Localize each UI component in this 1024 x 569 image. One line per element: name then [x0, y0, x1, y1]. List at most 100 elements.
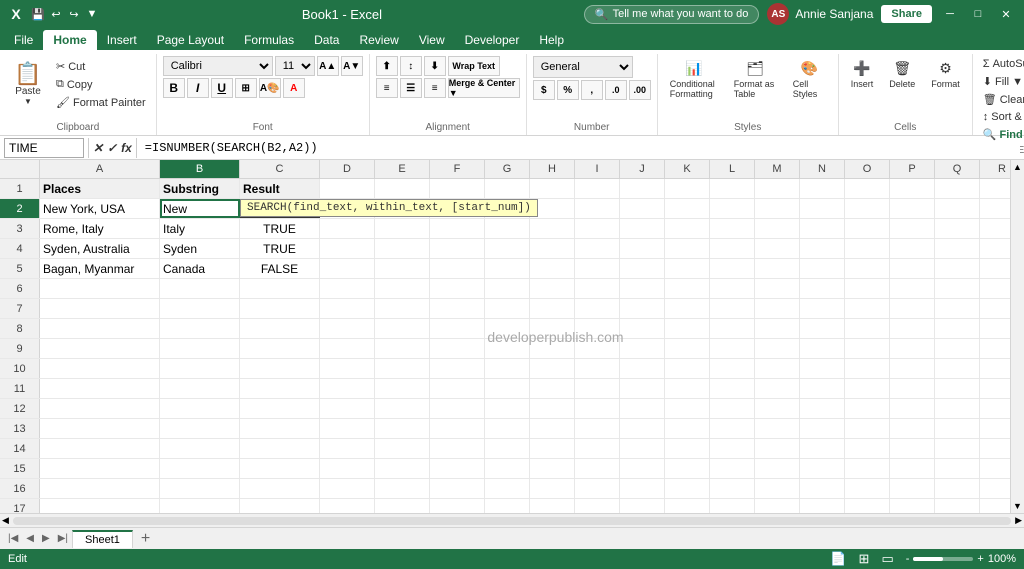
cell-D11[interactable]: [320, 379, 375, 398]
cell-P11[interactable]: [890, 379, 935, 398]
cell-F4[interactable]: [430, 239, 485, 258]
name-box[interactable]: [4, 138, 84, 158]
cell-H4[interactable]: [530, 239, 575, 258]
cell-N10[interactable]: [800, 359, 845, 378]
cell-D3[interactable]: [320, 219, 375, 238]
cell-H1[interactable]: [530, 179, 575, 198]
cell-C6[interactable]: [240, 279, 320, 298]
cell-J14[interactable]: [620, 439, 665, 458]
cell-D8[interactable]: [320, 319, 375, 338]
cell-L11[interactable]: [710, 379, 755, 398]
cell-H7[interactable]: [530, 299, 575, 318]
row-number-5[interactable]: 5: [0, 259, 40, 278]
cell-C2[interactable]: SEARCH(B2,A2): [240, 199, 320, 218]
align-center-btn[interactable]: ☰: [400, 78, 422, 98]
cell-N9[interactable]: [800, 339, 845, 358]
tab-data[interactable]: Data: [304, 30, 349, 50]
cell-P3[interactable]: [890, 219, 935, 238]
fill-btn[interactable]: ⬇ Fill ▼: [979, 73, 1024, 90]
col-header-d[interactable]: D: [320, 160, 375, 178]
cell-D7[interactable]: [320, 299, 375, 318]
col-header-h[interactable]: H: [530, 160, 575, 178]
cell-J3[interactable]: [620, 219, 665, 238]
cell-A17[interactable]: [40, 499, 160, 513]
cell-F17[interactable]: [430, 499, 485, 513]
cell-J13[interactable]: [620, 419, 665, 438]
scroll-up-btn[interactable]: ▲: [1011, 160, 1024, 174]
cell-E3[interactable]: [375, 219, 430, 238]
col-header-j[interactable]: J: [620, 160, 665, 178]
cell-R17[interactable]: [980, 499, 1010, 513]
cell-R14[interactable]: [980, 439, 1010, 458]
cell-E1[interactable]: [375, 179, 430, 198]
cell-G12[interactable]: [485, 399, 530, 418]
cell-L14[interactable]: [710, 439, 755, 458]
cell-L12[interactable]: [710, 399, 755, 418]
paste-button[interactable]: 📋 Paste ▼: [6, 56, 50, 112]
cell-N17[interactable]: [800, 499, 845, 513]
cell-K2[interactable]: [665, 199, 710, 218]
insert-function-btn[interactable]: fx: [121, 141, 132, 155]
cell-P1[interactable]: [890, 179, 935, 198]
break-preview-btn[interactable]: ⊞: [859, 551, 870, 567]
cell-M2[interactable]: [755, 199, 800, 218]
col-header-g[interactable]: G: [485, 160, 530, 178]
cell-Q11[interactable]: [935, 379, 980, 398]
format-cells-btn[interactable]: ⚙ Format: [925, 56, 966, 93]
cell-F11[interactable]: [430, 379, 485, 398]
cell-B2[interactable]: New: [160, 199, 240, 218]
cell-G1[interactable]: [485, 179, 530, 198]
row-number-6[interactable]: 6: [0, 279, 40, 298]
cell-B9[interactable]: [160, 339, 240, 358]
cell-Q3[interactable]: [935, 219, 980, 238]
cell-N13[interactable]: [800, 419, 845, 438]
cell-G3[interactable]: [485, 219, 530, 238]
cell-O7[interactable]: [845, 299, 890, 318]
cell-K10[interactable]: [665, 359, 710, 378]
confirm-formula-btn[interactable]: ✓: [107, 141, 117, 155]
cell-B6[interactable]: [160, 279, 240, 298]
cell-K3[interactable]: [665, 219, 710, 238]
cell-I8[interactable]: [575, 319, 620, 338]
cell-R13[interactable]: [980, 419, 1010, 438]
cell-A7[interactable]: [40, 299, 160, 318]
cell-B8[interactable]: [160, 319, 240, 338]
cell-K16[interactable]: [665, 479, 710, 498]
cell-K11[interactable]: [665, 379, 710, 398]
percent-btn[interactable]: %: [557, 80, 579, 100]
cell-I7[interactable]: [575, 299, 620, 318]
cell-O12[interactable]: [845, 399, 890, 418]
tab-review[interactable]: Review: [349, 30, 408, 50]
cell-B1[interactable]: Substring: [160, 179, 240, 198]
zoom-out-icon[interactable]: -: [906, 553, 910, 565]
cell-L8[interactable]: [710, 319, 755, 338]
cell-C15[interactable]: [240, 459, 320, 478]
row-number-10[interactable]: 10: [0, 359, 40, 378]
cell-N11[interactable]: [800, 379, 845, 398]
cell-F10[interactable]: [430, 359, 485, 378]
cell-L4[interactable]: [710, 239, 755, 258]
cell-M1[interactable]: [755, 179, 800, 198]
save-quick-btn[interactable]: 💾: [30, 6, 46, 22]
cell-E7[interactable]: [375, 299, 430, 318]
cell-R9[interactable]: [980, 339, 1010, 358]
cell-L16[interactable]: [710, 479, 755, 498]
cell-C8[interactable]: [240, 319, 320, 338]
cell-N6[interactable]: [800, 279, 845, 298]
cell-J5[interactable]: [620, 259, 665, 278]
sheet-nav-prev[interactable]: ◀: [22, 531, 38, 546]
cell-N16[interactable]: [800, 479, 845, 498]
cell-J1[interactable]: [620, 179, 665, 198]
cell-R8[interactable]: [980, 319, 1010, 338]
cell-O1[interactable]: [845, 179, 890, 198]
cell-F8[interactable]: [430, 319, 485, 338]
cell-H13[interactable]: [530, 419, 575, 438]
wrap-text-btn[interactable]: Wrap Text: [448, 56, 500, 76]
cell-F2[interactable]: [430, 199, 485, 218]
cell-H17[interactable]: [530, 499, 575, 513]
row-number-7[interactable]: 7: [0, 299, 40, 318]
cell-J8[interactable]: [620, 319, 665, 338]
cell-G15[interactable]: [485, 459, 530, 478]
cell-K15[interactable]: [665, 459, 710, 478]
cell-C3[interactable]: TRUE: [240, 219, 320, 238]
